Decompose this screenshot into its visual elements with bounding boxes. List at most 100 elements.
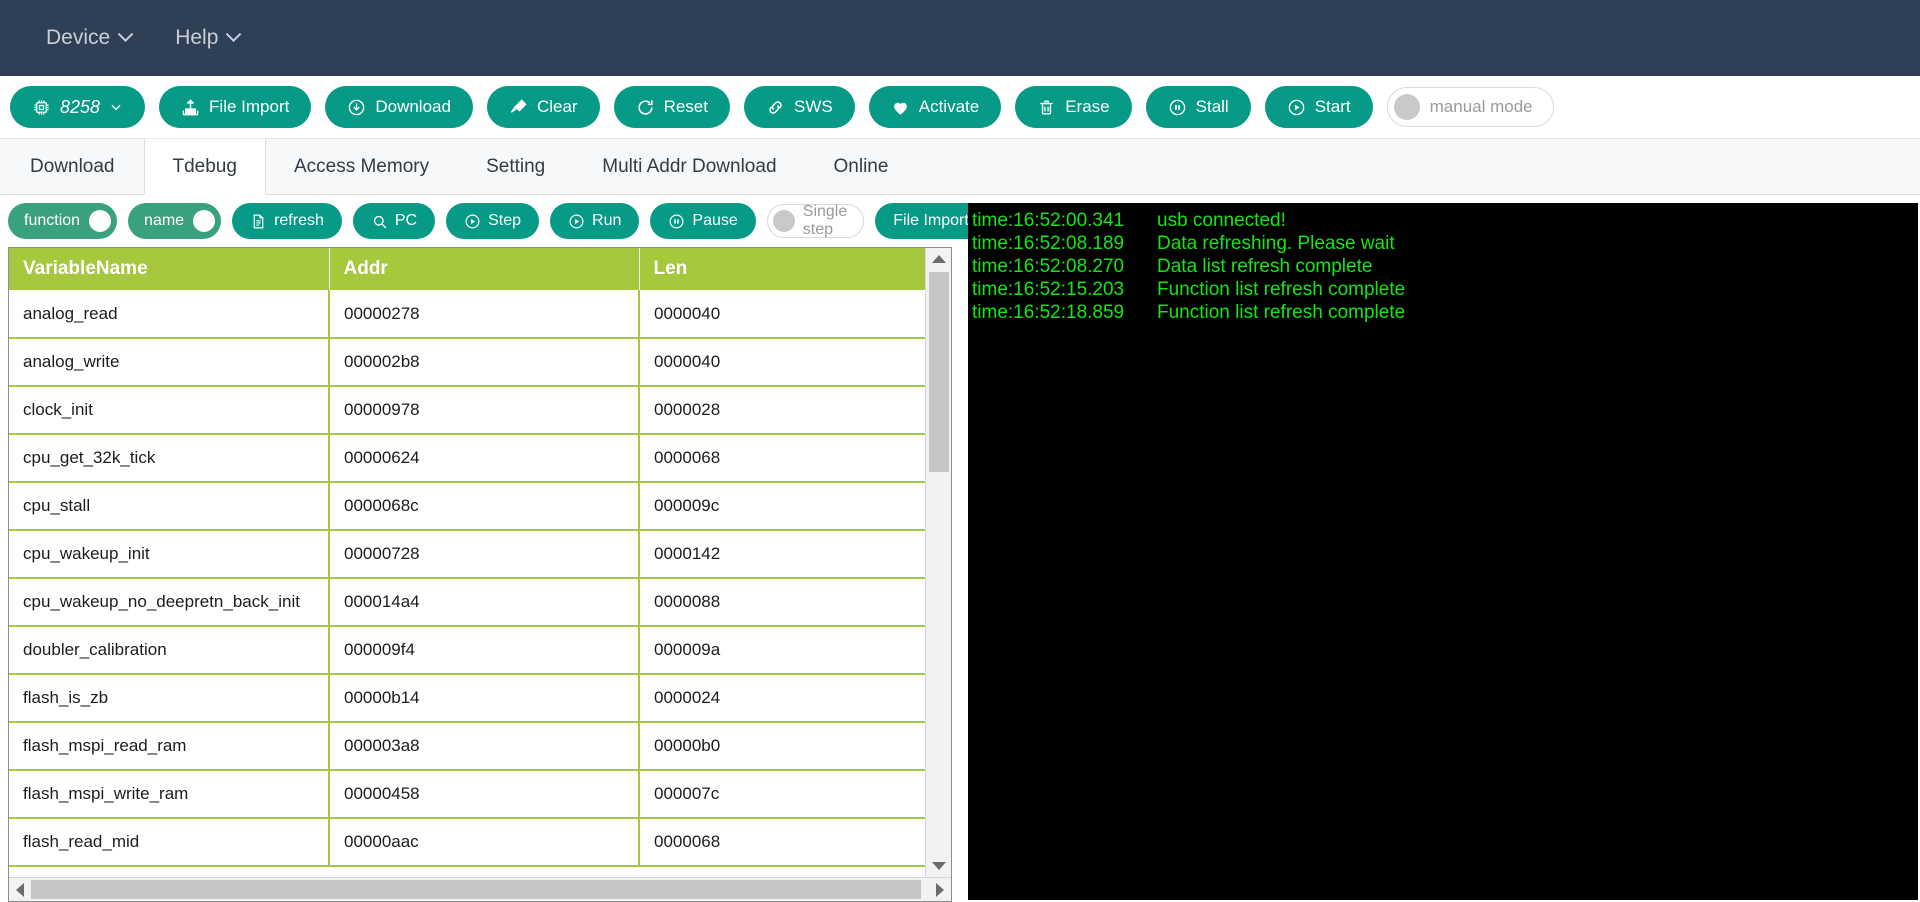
log-message: Function list refresh complete	[1157, 279, 1406, 300]
cell-addr: 000014a4	[329, 578, 640, 627]
tab-online[interactable]: Online	[806, 139, 918, 194]
step-button[interactable]: Step	[446, 203, 540, 239]
cell-variablename: doubler_calibration	[9, 626, 330, 675]
tab-access-memory[interactable]: Access Memory	[266, 139, 458, 194]
cell-addr: 00000458	[329, 770, 640, 819]
refresh-button[interactable]: refresh	[232, 203, 342, 239]
cell-len: 000009a	[639, 626, 925, 675]
upload-box-icon	[181, 98, 200, 117]
scroll-right-arrow-icon[interactable]	[929, 878, 951, 901]
variable-table-scroll: VariableName Addr Len analog_read 0000027…	[9, 248, 951, 877]
table-horizontal-scrollbar[interactable]	[9, 877, 951, 901]
tab-multi-addr-download[interactable]: Multi Addr Download	[574, 139, 805, 194]
table-row[interactable]: analog_write 000002b8 0000040	[9, 338, 925, 387]
file-import-button[interactable]: File Import	[159, 86, 312, 128]
link-icon	[766, 98, 785, 117]
table-row[interactable]: cpu_stall 0000068c 000009c	[9, 482, 925, 531]
manual-mode-label: manual mode	[1429, 97, 1533, 116]
tab-setting[interactable]: Setting	[458, 139, 574, 194]
erase-button[interactable]: Erase	[1015, 86, 1132, 128]
log-line: time:16:52:15.203 Function list refresh c…	[972, 278, 1918, 301]
brush-icon	[509, 98, 528, 117]
cell-len: 000007c	[639, 770, 925, 819]
menu-item-device[interactable]: Device	[28, 16, 149, 60]
cell-len: 0000068	[639, 818, 925, 867]
horizontal-scroll-thumb[interactable]	[31, 880, 921, 899]
table-row[interactable]: clock_init 00000978 0000028	[9, 386, 925, 435]
run-label: Run	[592, 212, 622, 229]
scroll-left-arrow-icon[interactable]	[9, 878, 31, 901]
right-panel: time:16:52:00.341 usb connected! time:16:…	[960, 195, 1920, 902]
stall-button[interactable]: Stall	[1145, 86, 1251, 128]
table-header-row: VariableName Addr Len	[9, 248, 925, 290]
download-button[interactable]: Download	[325, 86, 473, 128]
name-switch[interactable]: name	[128, 203, 222, 239]
table-row[interactable]: flash_mspi_write_ram 00000458 000007c	[9, 770, 925, 819]
table-row[interactable]: doubler_calibration 000009f4 000009a	[9, 626, 925, 675]
content-area: function name refresh PC Step Run Pause …	[0, 195, 1920, 902]
activate-button[interactable]: Activate	[868, 86, 1002, 128]
scroll-up-arrow-icon[interactable]	[926, 248, 951, 270]
cell-addr: 00000624	[329, 434, 640, 483]
pause-circle-icon	[1168, 98, 1187, 117]
log-timestamp: time:16:52:08.189	[972, 233, 1125, 254]
document-icon	[250, 213, 267, 230]
pause-circle-icon	[668, 213, 685, 230]
cell-variablename: flash_mspi_read_ram	[9, 722, 330, 771]
stall-label: Stall	[1195, 97, 1229, 116]
refresh-label: refresh	[274, 212, 324, 229]
column-header-len[interactable]: Len	[639, 248, 925, 290]
vertical-scroll-thumb[interactable]	[929, 272, 949, 472]
reset-button[interactable]: Reset	[613, 86, 730, 128]
cell-addr: 00000278	[329, 290, 640, 339]
cell-addr: 000009f4	[329, 626, 640, 675]
cell-addr: 0000068c	[329, 482, 640, 531]
clear-button[interactable]: Clear	[486, 86, 600, 128]
table-row[interactable]: analog_read 00000278 0000040	[9, 290, 925, 339]
tab-download[interactable]: Download	[2, 139, 144, 194]
table-row[interactable]: cpu_get_32k_tick 00000624 0000068	[9, 434, 925, 483]
start-button[interactable]: Start	[1264, 86, 1373, 128]
cell-variablename: clock_init	[9, 386, 330, 435]
table-vertical-scrollbar[interactable]	[925, 248, 951, 877]
variable-table-container: VariableName Addr Len analog_read 0000027…	[8, 247, 952, 902]
single-step-toggle[interactable]: Single step	[766, 203, 865, 238]
tab-tdebug[interactable]: Tdebug	[143, 139, 266, 195]
cell-addr: 00000978	[329, 386, 640, 435]
column-header-addr[interactable]: Addr	[329, 248, 640, 290]
pc-button[interactable]: PC	[352, 203, 436, 239]
cell-len: 0000024	[639, 674, 925, 723]
table-row[interactable]: cpu_wakeup_no_deepretn_back_init 000014a4…	[9, 578, 925, 627]
menu-item-help[interactable]: Help	[157, 16, 257, 60]
chip-select-button[interactable]: 8258	[10, 86, 146, 128]
sws-button[interactable]: SWS	[744, 86, 855, 128]
cell-variablename: analog_read	[9, 290, 330, 339]
manual-mode-toggle[interactable]: manual mode	[1386, 87, 1554, 127]
column-header-variablename[interactable]: VariableName	[9, 248, 330, 290]
log-message: Data refreshing. Please wait	[1157, 233, 1395, 254]
chevron-down-icon	[117, 25, 134, 42]
log-line: time:16:52:18.859 Function list refresh c…	[972, 301, 1918, 324]
cell-variablename: flash_mspi_write_ram	[9, 770, 330, 819]
debug-file-import-label: File Import	[893, 212, 969, 229]
tab-online-label: Online	[833, 155, 889, 177]
table-row[interactable]: flash_is_zb 00000b14 0000024	[9, 674, 925, 723]
log-console[interactable]: time:16:52:00.341 usb connected! time:16:…	[968, 203, 1918, 900]
scroll-down-arrow-icon[interactable]	[926, 855, 951, 877]
clear-label: Clear	[536, 97, 578, 116]
table-row[interactable]: flash_mspi_read_ram 000003a8 00000b0	[9, 722, 925, 771]
log-message: Function list refresh complete	[1157, 302, 1406, 323]
tab-access-memory-label: Access Memory	[293, 155, 430, 177]
cell-variablename: cpu_stall	[9, 482, 330, 531]
cell-len: 0000040	[639, 290, 925, 339]
function-switch[interactable]: function	[8, 203, 118, 239]
pause-button[interactable]: Pause	[650, 203, 756, 239]
run-button[interactable]: Run	[550, 203, 640, 239]
log-timestamp: time:16:52:18.859	[972, 302, 1125, 323]
log-timestamp: time:16:52:00.341	[972, 210, 1125, 231]
cell-variablename: cpu_get_32k_tick	[9, 434, 330, 483]
table-row[interactable]: flash_read_mid 00000aac 0000068	[9, 818, 925, 867]
toggle-knob-icon	[772, 210, 795, 232]
table-row[interactable]: cpu_wakeup_init 00000728 0000142	[9, 530, 925, 579]
left-panel: function name refresh PC Step Run Pause …	[0, 195, 987, 902]
